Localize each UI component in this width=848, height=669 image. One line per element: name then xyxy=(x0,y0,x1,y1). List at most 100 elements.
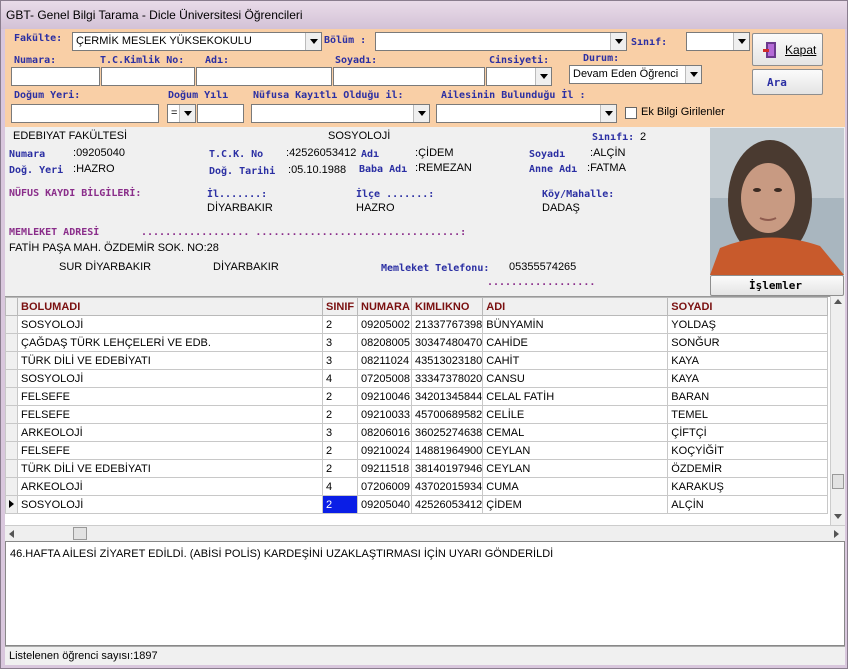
cell-sinif[interactable]: 2 xyxy=(322,315,358,334)
table-row[interactable]: ARKEOLOJİ 4 07206009 43702015934 CUMA KARAKUŞ xyxy=(5,477,829,496)
soyadi-input[interactable] xyxy=(333,67,485,86)
row-selector[interactable] xyxy=(5,351,18,370)
islemler-button[interactable]: İşlemler xyxy=(710,275,844,296)
cell-adi[interactable]: CEMAL xyxy=(482,423,669,442)
cell-bolumadi[interactable]: ÇAĞDAŞ TÜRK LEHÇELERİ VE EDB. xyxy=(17,333,323,352)
cell-adi[interactable]: ÇİDEM xyxy=(482,495,669,514)
row-selector[interactable] xyxy=(5,477,18,496)
cell-bolumadi[interactable]: FELSEFE xyxy=(17,387,323,406)
cell-kimlikno[interactable]: 42526053412 xyxy=(410,495,484,514)
cell-adi[interactable]: CELİLE xyxy=(482,405,669,424)
table-row[interactable]: ARKEOLOJİ 3 08206016 36025274638 CEMAL ÇİFTÇİ xyxy=(5,423,829,442)
cell-soyadi[interactable]: ÖZDEMİR xyxy=(667,459,829,478)
dogum-yeri-input[interactable] xyxy=(11,104,159,123)
ek-bilgi-checkbox[interactable] xyxy=(625,107,637,119)
cell-numara[interactable]: 09211518 xyxy=(357,459,412,478)
cell-bolumadi[interactable]: SOSYOLOJİ xyxy=(17,495,323,514)
grid-horizontal-scrollbar[interactable] xyxy=(5,525,845,541)
fakulte-select[interactable]: ÇERMİK MESLEK YÜKSEKOKULU xyxy=(72,32,322,51)
cell-bolumadi[interactable]: FELSEFE xyxy=(17,405,323,424)
row-selector[interactable] xyxy=(5,423,18,442)
cell-numara[interactable]: 09205040 xyxy=(357,495,412,514)
cell-soyadi[interactable]: KAYA xyxy=(667,369,829,388)
adi-input[interactable] xyxy=(196,67,332,86)
cell-sinif[interactable]: 2 xyxy=(322,405,358,424)
table-row[interactable]: ÇAĞDAŞ TÜRK LEHÇELERİ VE EDB. 3 08208005 30… xyxy=(5,333,829,352)
cell-kimlikno[interactable]: 34201345844 xyxy=(410,387,484,406)
col-adi[interactable]: ADI xyxy=(482,297,669,316)
col-bolumadi[interactable]: BOLUMADI xyxy=(17,297,323,316)
cell-soyadi[interactable]: TEMEL xyxy=(667,405,829,424)
nufus-il-select[interactable] xyxy=(251,104,430,123)
cell-soyadi[interactable]: YOLDAŞ xyxy=(667,315,829,334)
ara-button[interactable]: Ara xyxy=(752,69,823,95)
cell-sinif[interactable]: 3 xyxy=(322,333,358,352)
col-numara[interactable]: NUMARA xyxy=(357,297,412,316)
cell-soyadi[interactable]: ALÇİN xyxy=(667,495,829,514)
cell-sinif[interactable]: 2 xyxy=(322,495,358,514)
cell-adi[interactable]: BÜNYAMİN xyxy=(482,315,669,334)
cell-kimlikno[interactable]: 43702015934 xyxy=(410,477,484,496)
table-row[interactable]: FELSEFE 2 09210024 14881964900 CEYLAN KOÇYİĞİ… xyxy=(5,441,829,460)
cell-bolumadi[interactable]: SOSYOLOJİ xyxy=(17,315,323,334)
cell-sinif[interactable]: 2 xyxy=(322,387,358,406)
dogum-yili-operator[interactable]: = xyxy=(167,104,196,123)
table-row[interactable]: SOSYOLOJİ 2 09205002 21337767398 BÜNYAMİN YOL… xyxy=(5,315,829,334)
cell-bolumadi[interactable]: TÜRK DİLİ VE EDEBİYATI xyxy=(17,459,323,478)
vscroll-thumb[interactable] xyxy=(832,474,844,489)
numara-input[interactable] xyxy=(11,67,100,86)
cell-adi[interactable]: CEYLAN xyxy=(482,459,669,478)
cell-numara[interactable]: 09210024 xyxy=(357,441,412,460)
cell-soyadi[interactable]: KARAKUŞ xyxy=(667,477,829,496)
cell-adi[interactable]: CAHİT xyxy=(482,351,669,370)
table-row[interactable]: TÜRK DİLİ VE EDEBİYATI 2 09211518 381401979… xyxy=(5,459,829,478)
cell-adi[interactable]: CAHİDE xyxy=(482,333,669,352)
dogum-yili-input[interactable] xyxy=(197,104,244,123)
row-selector[interactable] xyxy=(5,405,18,424)
row-selector[interactable] xyxy=(5,495,18,514)
cell-numara[interactable]: 09210046 xyxy=(357,387,412,406)
cell-soyadi[interactable]: KAYA xyxy=(667,351,829,370)
row-selector[interactable] xyxy=(5,441,18,460)
cell-sinif[interactable]: 4 xyxy=(322,477,358,496)
cell-numara[interactable]: 08211024 xyxy=(357,351,412,370)
scroll-down-icon[interactable] xyxy=(834,514,842,519)
row-selector[interactable] xyxy=(5,315,18,334)
bolum-select[interactable] xyxy=(375,32,627,51)
row-selector[interactable] xyxy=(5,333,18,352)
cell-kimlikno[interactable]: 36025274638 xyxy=(410,423,484,442)
col-kimlikno[interactable]: KIMLIKNO xyxy=(410,297,484,316)
cell-bolumadi[interactable]: FELSEFE xyxy=(17,441,323,460)
cell-bolumadi[interactable]: SOSYOLOJİ xyxy=(17,369,323,388)
kapat-button[interactable]: Kapat xyxy=(752,33,823,66)
grid-vertical-scrollbar[interactable] xyxy=(830,296,845,525)
cell-numara[interactable]: 09205002 xyxy=(357,315,412,334)
col-sinif[interactable]: SINIF xyxy=(322,297,358,316)
cell-sinif[interactable]: 3 xyxy=(322,351,358,370)
hscroll-thumb[interactable] xyxy=(73,527,87,540)
cell-kimlikno[interactable]: 38140197946 xyxy=(410,459,484,478)
cell-kimlikno[interactable]: 30347480470 xyxy=(410,333,484,352)
table-row[interactable]: TÜRK DİLİ VE EDEBİYATI 3 08211024 435130231… xyxy=(5,351,829,370)
cell-numara[interactable]: 09210033 xyxy=(357,405,412,424)
cell-sinif[interactable]: 2 xyxy=(322,441,358,460)
cell-numara[interactable]: 07206009 xyxy=(357,477,412,496)
row-selector[interactable] xyxy=(5,369,18,388)
table-row[interactable]: FELSEFE 2 09210033 45700689582 CELİLE TEMEL xyxy=(5,405,829,424)
cell-adi[interactable]: CUMA xyxy=(482,477,669,496)
cell-numara[interactable]: 08206016 xyxy=(357,423,412,442)
cell-kimlikno[interactable]: 33347378020 xyxy=(410,369,484,388)
cell-adi[interactable]: CANSU xyxy=(482,369,669,388)
cell-numara[interactable]: 07205008 xyxy=(357,369,412,388)
cinsiyet-select[interactable] xyxy=(486,67,552,86)
cell-sinif[interactable]: 2 xyxy=(322,459,358,478)
cell-sinif[interactable]: 4 xyxy=(322,369,358,388)
notes-textarea[interactable]: 46.HAFTA AİLESİ ZİYARET EDİLDİ. (ABİSİ P… xyxy=(5,541,845,646)
col-soyadi[interactable]: SOYADI xyxy=(667,297,829,316)
scroll-left-icon[interactable] xyxy=(9,530,14,538)
cell-soyadi[interactable]: BARAN xyxy=(667,387,829,406)
cell-bolumadi[interactable]: TÜRK DİLİ VE EDEBİYATI xyxy=(17,351,323,370)
cell-soyadi[interactable]: KOÇYİĞİT xyxy=(667,441,829,460)
table-row[interactable]: SOSYOLOJİ 4 07205008 33347378020 CANSU KAYA xyxy=(5,369,829,388)
tc-input[interactable] xyxy=(101,67,195,86)
